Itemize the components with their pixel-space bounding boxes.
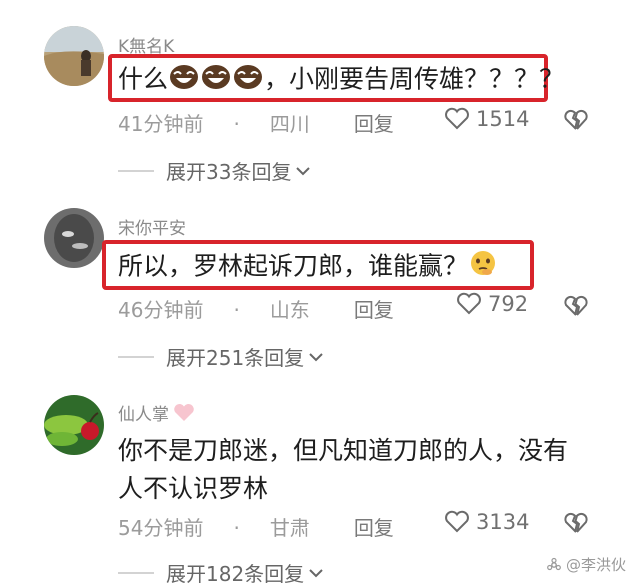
like-count: 1514	[476, 107, 530, 131]
comment-text: 所以，罗林起诉刀郎，谁能赢？	[118, 249, 498, 286]
watermark: @李洪伙	[546, 554, 626, 575]
comment-username[interactable]: 仙人掌	[118, 400, 195, 425]
comment-text: 你不是刀郎迷，但凡知道刀郎的人，没有 人不认识罗林	[118, 432, 598, 508]
like-count: 792	[488, 292, 529, 316]
reply-button[interactable]: 回复	[354, 112, 394, 136]
expand-replies-button[interactable]: 展开182条回复	[118, 558, 324, 587]
like-button[interactable]: 792	[456, 292, 528, 316]
dislike-button[interactable]	[563, 108, 589, 134]
comment-time: 46分钟前	[118, 298, 204, 322]
like-count: 3134	[476, 510, 530, 534]
expand-replies-label: 展开182条回复	[166, 562, 305, 586]
expand-replies-label: 展开33条回复	[166, 160, 292, 184]
comment-location: 山东	[269, 298, 310, 322]
heart-outline-icon	[445, 107, 469, 130]
expand-replies-button[interactable]: 展开33条回复	[118, 156, 311, 185]
flower-logo-icon	[547, 557, 561, 570]
broken-heart-icon	[564, 295, 588, 316]
laughing-face-emoji-icon	[232, 62, 264, 99]
comment-text-suffix: ，小刚要告周传雄？？？？	[264, 64, 565, 94]
like-button[interactable]: 3134	[444, 510, 529, 534]
heart-outline-icon	[445, 510, 469, 533]
expand-replies-button[interactable]: 展开251条回复	[118, 342, 324, 371]
chevron-down-icon	[309, 352, 323, 361]
comment-text-prefix: 所以，罗林起诉刀郎，谁能赢？	[118, 251, 469, 281]
broken-heart-icon	[564, 109, 588, 130]
chevron-down-icon	[309, 568, 323, 577]
pink-heart-emoji-icon	[174, 403, 194, 421]
comment-meta: 41分钟前 · 四川 回复	[118, 112, 394, 136]
avatar[interactable]	[44, 26, 104, 86]
avatar[interactable]	[44, 208, 104, 268]
like-button[interactable]: 1514	[444, 107, 529, 131]
dislike-button[interactable]	[563, 511, 589, 537]
comment-meta: 46分钟前 · 山东 回复	[118, 298, 394, 322]
broken-heart-icon	[564, 512, 588, 533]
comment-location: 四川	[269, 112, 310, 136]
watermark-text: @李洪伙	[565, 556, 626, 574]
comment-time: 41分钟前	[118, 112, 204, 136]
laughing-face-emoji-icon	[168, 62, 200, 99]
comment-meta: 54分钟前 · 甘肃 回复	[118, 516, 394, 540]
laughing-face-emoji-icon	[200, 62, 232, 99]
comment-location: 甘肃	[269, 516, 310, 540]
chevron-down-icon	[296, 166, 311, 175]
comment-username[interactable]: 宋你平安	[118, 214, 186, 239]
reply-button[interactable]: 回复	[354, 516, 394, 540]
comment-text: 什么 ，小刚要告周传雄？？？？	[118, 62, 564, 99]
comment-text-line: 人不认识罗林	[118, 474, 269, 503]
comment-username-text: 仙人掌	[118, 405, 169, 425]
comment-text-line: 你不是刀郎迷，但凡知道刀郎的人，没有	[118, 436, 569, 465]
heart-outline-icon	[457, 292, 481, 315]
dislike-button[interactable]	[563, 294, 589, 320]
avatar[interactable]	[44, 395, 104, 455]
thinking-face-emoji-icon	[468, 249, 498, 286]
expand-replies-label: 展开251条回复	[166, 346, 305, 370]
comment-text-prefix: 什么	[118, 64, 169, 94]
comment-time: 54分钟前	[118, 516, 204, 540]
reply-button[interactable]: 回复	[354, 298, 394, 322]
